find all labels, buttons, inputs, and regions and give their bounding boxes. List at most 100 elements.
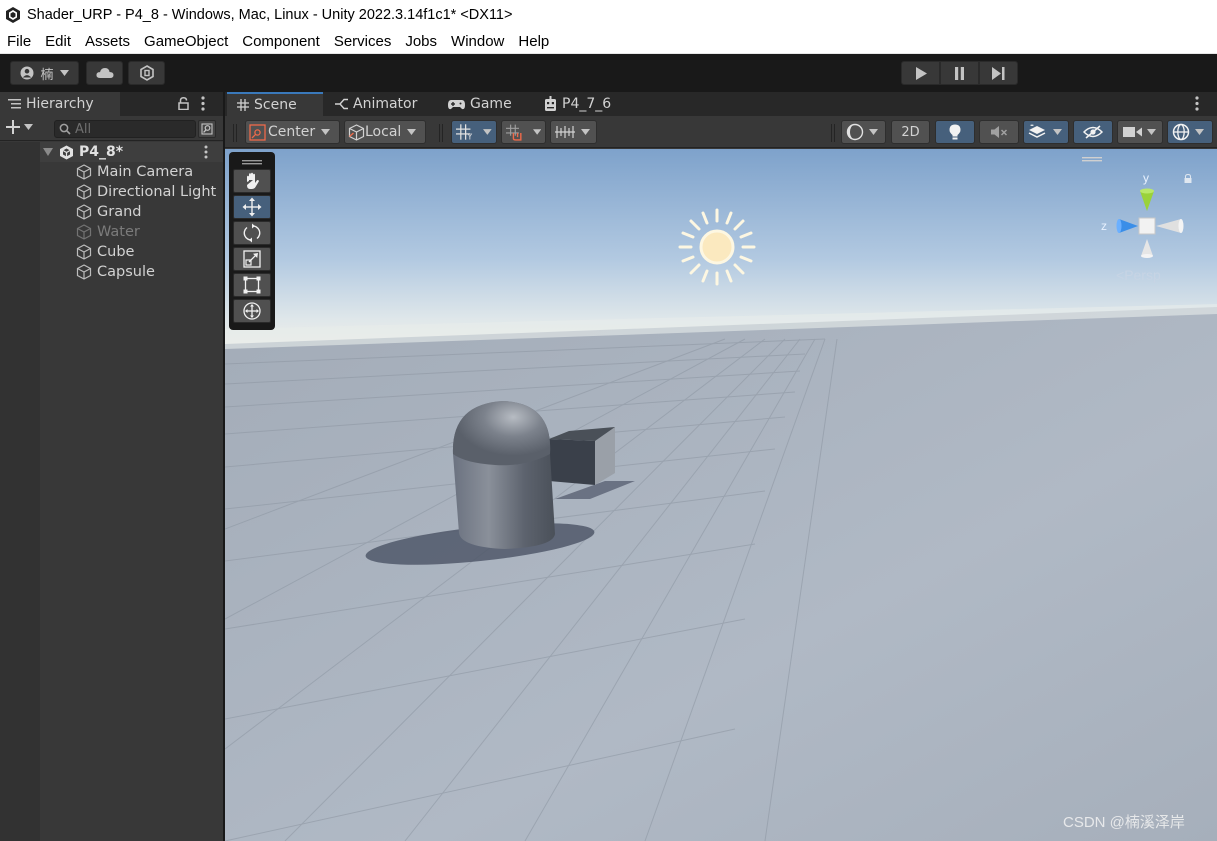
- menu-component[interactable]: Component: [235, 31, 327, 53]
- robot-icon: [545, 96, 556, 111]
- hierarchy-item-main-camera[interactable]: Main Camera: [76, 162, 193, 182]
- pivot-mode-dropdown[interactable]: Center: [245, 120, 340, 144]
- pivot-rotation-label: Local: [365, 124, 402, 140]
- scale-icon: [243, 250, 261, 268]
- chevron-down-icon: [581, 129, 590, 135]
- chevron-down-icon: [407, 129, 417, 135]
- account-dropdown[interactable]: 楠: [10, 61, 79, 85]
- pivot-center-icon: [249, 123, 266, 141]
- menu-edit[interactable]: Edit: [38, 31, 78, 53]
- hierarchy-tabbar: Hierarchy: [0, 92, 223, 116]
- audio-toggle[interactable]: [979, 120, 1019, 144]
- more-options-icon[interactable]: [1195, 96, 1199, 111]
- scene-visibility-toggle[interactable]: [1073, 120, 1113, 144]
- play-button[interactable]: [901, 61, 940, 85]
- pause-icon: [955, 66, 964, 80]
- grid-visibility-button[interactable]: Y: [451, 120, 497, 144]
- tab-p4-7-6[interactable]: P4_7_6: [534, 92, 611, 116]
- scene-toolbar: Center Local Y 2D: [225, 116, 1217, 148]
- tab-hierarchy[interactable]: Hierarchy: [0, 92, 120, 116]
- rotate-icon: [243, 223, 261, 243]
- effects-layers-icon: [1028, 124, 1046, 138]
- tab-scene[interactable]: Scene: [227, 92, 323, 116]
- draw-mode-dropdown[interactable]: [841, 120, 886, 144]
- menu-services[interactable]: Services: [327, 31, 399, 53]
- more-options-icon[interactable]: [201, 96, 205, 111]
- move-tool-button[interactable]: [233, 195, 271, 219]
- search-input[interactable]: [75, 121, 190, 137]
- tab-animator[interactable]: Animator: [325, 92, 417, 116]
- hierarchy-item-water[interactable]: Water: [76, 222, 140, 242]
- scale-tool-button[interactable]: [233, 247, 271, 271]
- menu-assets[interactable]: Assets: [78, 31, 137, 53]
- menu-help[interactable]: Help: [511, 31, 556, 53]
- step-icon: [992, 66, 1005, 80]
- tab-game[interactable]: Game: [438, 92, 512, 116]
- snap-increment-button[interactable]: [501, 120, 546, 144]
- step-button[interactable]: [979, 61, 1018, 85]
- rect-tool-button[interactable]: [233, 273, 271, 297]
- hierarchy-item-cube[interactable]: Cube: [76, 242, 134, 262]
- gameobject-name: Water: [97, 224, 140, 240]
- menu-window[interactable]: Window: [444, 31, 511, 53]
- projection-toggle[interactable]: <Persp: [1116, 267, 1161, 283]
- rotate-tool-button[interactable]: [233, 221, 271, 245]
- pivot-rotation-dropdown[interactable]: Local: [344, 120, 426, 144]
- hierarchy-item-capsule[interactable]: Capsule: [76, 262, 155, 282]
- tab-label: Animator: [353, 96, 418, 112]
- increment-snap-dropdown[interactable]: [550, 120, 597, 144]
- gizmos-dropdown[interactable]: [1167, 120, 1213, 144]
- plus-icon: [6, 120, 20, 134]
- gameobject-name: Capsule: [97, 264, 155, 280]
- hierarchy-toolbar: [0, 116, 223, 141]
- toggle-2d-button[interactable]: 2D: [891, 120, 930, 144]
- hierarchy-item-directional-light[interactable]: Directional Light: [76, 182, 216, 202]
- hand-tool-button[interactable]: [233, 169, 271, 193]
- gameobject-cube-icon: [76, 184, 92, 200]
- scene-name: P4_8*: [79, 144, 124, 160]
- svg-text:Y: Y: [467, 133, 473, 140]
- transform-tool-button[interactable]: [233, 299, 271, 323]
- camera-settings-dropdown[interactable]: [1117, 120, 1163, 144]
- cloud-button[interactable]: [86, 61, 123, 85]
- hierarchy-tree: P4_8* Main Camera Directional Light Gran…: [0, 142, 223, 841]
- gameobject-cube-icon: [76, 164, 92, 180]
- collab-button[interactable]: [128, 61, 165, 85]
- scene-tabbar: Scene Animator Game P4_7_6: [225, 92, 1217, 116]
- create-dropdown[interactable]: [6, 120, 33, 134]
- effects-dropdown[interactable]: [1023, 120, 1069, 144]
- scene-viewport[interactable]: y z <Persp CSDN @楠溪泽岸: [225, 149, 1217, 841]
- foldout-expanded-icon[interactable]: [43, 148, 53, 156]
- pause-button[interactable]: [940, 61, 979, 85]
- overlay-drag-handle[interactable]: [232, 155, 272, 169]
- lock-icon[interactable]: [178, 97, 189, 110]
- scene-render[interactable]: [225, 149, 1217, 841]
- menu-file[interactable]: File: [0, 31, 38, 53]
- hierarchy-gutter: [0, 142, 40, 841]
- scene-row[interactable]: P4_8*: [40, 142, 223, 162]
- watermark: CSDN @楠溪泽岸: [1063, 814, 1185, 831]
- list-icon: [8, 99, 21, 109]
- gameobject-cube-icon: [76, 224, 92, 240]
- tab-label: Scene: [254, 97, 297, 113]
- pivot-mode-label: Center: [268, 124, 316, 140]
- toolbar-grip: [233, 124, 237, 142]
- chevron-down-icon: [321, 129, 331, 135]
- gameobject-name: Main Camera: [97, 164, 194, 180]
- gizmo-y-label: y: [1143, 171, 1149, 185]
- tab-label: P4_7_6: [562, 96, 612, 112]
- menu-jobs[interactable]: Jobs: [398, 31, 444, 53]
- search-icon: [59, 123, 71, 135]
- toolbar-grip: [439, 124, 443, 142]
- scene-more-icon[interactable]: [204, 145, 208, 159]
- menu-gameobject[interactable]: GameObject: [137, 31, 235, 53]
- hierarchy-search[interactable]: [54, 120, 196, 138]
- search-filter-icon: [201, 123, 213, 135]
- lighting-toggle[interactable]: [935, 120, 975, 144]
- gizmo-z-label: z: [1101, 219, 1107, 233]
- gamepad-icon: [448, 99, 465, 109]
- hierarchy-item-grand[interactable]: Grand: [76, 202, 141, 222]
- main-toolbar: 楠: [0, 54, 1217, 90]
- search-by-type-button[interactable]: [198, 120, 216, 138]
- hierarchy-tab-label: Hierarchy: [26, 96, 94, 112]
